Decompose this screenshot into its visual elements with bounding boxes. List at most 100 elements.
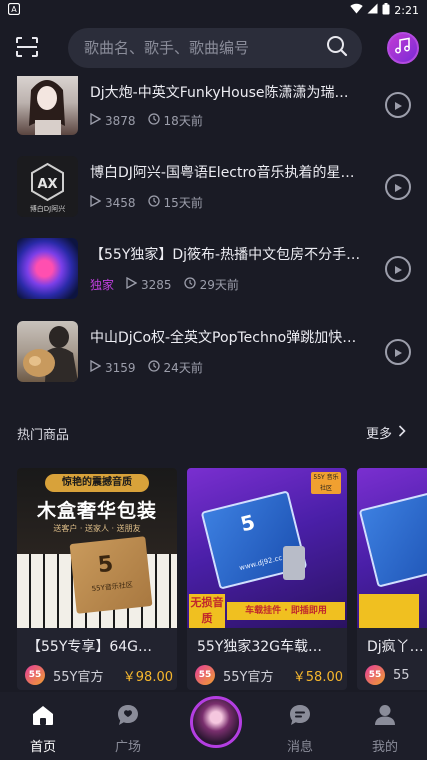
product-card[interactable]: 惊艳的震撼音质 木盒奢华包装 送客户 · 送家人 · 送朋友 55Y音乐社区 5… [17, 468, 177, 690]
track-cover [17, 76, 78, 135]
play-icon [393, 343, 403, 362]
track-row[interactable]: 【55Y独家】Dj筱布-热播中文包房不分手的… 独家 3285 29天前 [0, 238, 427, 320]
play-count: 3458 [90, 194, 136, 210]
shop-name: 55 [393, 667, 410, 683]
image-badge: 无损音质 [189, 594, 225, 628]
track-cover: AX 博白DJ阿兴 [17, 156, 78, 217]
track-title: 【55Y独家】Dj筱布-热播中文包房不分手的… [90, 247, 362, 263]
track-meta: 3878 18天前 [90, 112, 215, 129]
track-meta: 3458 15天前 [90, 194, 215, 211]
upload-age: 24天前 [147, 359, 203, 376]
search-box[interactable] [68, 28, 362, 68]
bottom-nav: 首页 广场 消息 我的 [0, 692, 427, 760]
music-note-icon [394, 37, 412, 59]
play-outline-icon [90, 112, 102, 128]
shop-name: 55Y官方 [53, 669, 104, 685]
image-badge [359, 594, 419, 628]
track-cover [17, 321, 78, 382]
signal-icon [367, 3, 378, 17]
music-player-button[interactable] [387, 32, 419, 64]
search-input[interactable] [84, 39, 326, 57]
track-title: 博白DJ阿兴-国粤语Electro音乐执着的星语… [90, 165, 362, 181]
upload-age: 29天前 [183, 276, 239, 293]
search-icon[interactable] [326, 35, 348, 61]
nav-home[interactable]: 首页 [13, 704, 73, 755]
product-title: 【55Y专享】64G… [27, 639, 153, 655]
track-meta: 3159 24天前 [90, 359, 215, 376]
clock-icon [147, 360, 160, 375]
scan-icon [16, 37, 38, 61]
user-icon [373, 704, 397, 730]
product-price: ￥58.00 [292, 669, 343, 685]
shop-logo: 55 [365, 665, 385, 685]
product-price: ￥98.00 [122, 669, 173, 685]
box-brand: 55Y音乐社区 [91, 580, 134, 594]
upload-age: 18天前 [147, 112, 203, 129]
shop-logo: 55 [195, 665, 215, 685]
product-footer: 55 55Y官方 ￥98.00 [25, 664, 173, 686]
svg-text:A: A [11, 5, 17, 14]
clock-icon [147, 195, 160, 210]
track-row[interactable]: AX 博白DJ阿兴 博白DJ阿兴-国粤语Electro音乐执着的星语… 3458… [0, 156, 427, 238]
play-outline-icon [90, 359, 102, 375]
hot-goods-carousel[interactable]: 惊艳的震撼音质 木盒奢华包装 送客户 · 送家人 · 送朋友 55Y音乐社区 5… [0, 468, 427, 690]
hot-goods-header: 热门商品 更多 [0, 420, 427, 446]
play-button[interactable] [385, 339, 411, 365]
cover-caption: 博白DJ阿兴 [29, 205, 66, 213]
box-logo-5: 5 [96, 551, 115, 579]
now-playing-disc[interactable] [190, 696, 242, 748]
product-card[interactable]: Dj疯丫… 55 55 [357, 468, 427, 690]
play-button[interactable] [385, 92, 411, 118]
chevron-right-icon [398, 424, 406, 441]
shop-name: 55Y官方 [223, 669, 274, 685]
play-icon [393, 96, 403, 115]
image-strip: 车载挂件 · 即插即用 [227, 602, 345, 620]
track-title: Dj大炮-中英文FunkyHouse陈潇潇为瑞姐抖… [90, 85, 362, 101]
product-image: 55Y 音乐社区 5 www.dj92.cc 无损音质 车载挂件 · 即插即用 [187, 468, 347, 628]
clock-icon [147, 113, 160, 128]
image-tag: 55Y 音乐社区 [311, 472, 341, 494]
play-count: 3878 [90, 112, 136, 128]
play-button[interactable] [385, 174, 411, 200]
wooden-box: 55Y音乐社区 5 [69, 536, 153, 614]
product-image [357, 468, 427, 628]
usb-stick [283, 546, 305, 580]
nav-mine[interactable]: 我的 [355, 704, 415, 755]
product-footer: 55 55 [365, 664, 427, 686]
status-bar: A 2:21 [0, 0, 427, 20]
play-outline-icon [126, 276, 138, 292]
track-title: 中山DjCo权-全英文PopTechno弹跳加快版… [90, 330, 362, 346]
track-row[interactable]: 中山DjCo权-全英文PopTechno弹跳加快版… 3159 24天前 [0, 321, 427, 403]
wifi-icon [350, 3, 363, 17]
play-button[interactable] [385, 256, 411, 282]
battery-icon [382, 2, 390, 18]
product-title: 55Y独家32G车载… [197, 639, 323, 655]
clock-time: 2:21 [394, 3, 419, 17]
home-icon [31, 704, 55, 730]
chat-bubble-icon [116, 704, 140, 730]
svg-text:AX: AX [37, 177, 57, 192]
image-banner: 惊艳的震撼音质 [45, 474, 149, 492]
top-bar [0, 22, 427, 76]
clock-icon [183, 277, 196, 292]
more-link[interactable]: 更多 [366, 423, 406, 442]
track-meta: 独家 3285 29天前 [90, 276, 251, 293]
product-footer: 55 55Y官方 ￥58.00 [195, 664, 343, 686]
track-row[interactable]: Dj大炮-中英文FunkyHouse陈潇潇为瑞姐抖… 3878 18天前 [0, 76, 427, 158]
play-icon [393, 260, 403, 279]
product-image: 惊艳的震撼音质 木盒奢华包装 送客户 · 送家人 · 送朋友 55Y音乐社区 5 [17, 468, 177, 628]
usb-card [358, 488, 427, 588]
play-outline-icon [90, 194, 102, 210]
nav-messages[interactable]: 消息 [270, 704, 330, 755]
section-title: 热门商品 [17, 428, 70, 443]
shop-logo: 55 [25, 665, 45, 685]
upload-age: 15天前 [147, 194, 203, 211]
scan-button[interactable] [14, 36, 40, 62]
exclusive-tag: 独家 [90, 278, 115, 292]
nav-plaza[interactable]: 广场 [98, 704, 158, 755]
image-headline: 木盒奢华包装 [36, 500, 157, 522]
card-logo-5: 5 [238, 509, 258, 537]
product-card[interactable]: 55Y 音乐社区 5 www.dj92.cc 无损音质 车载挂件 · 即插即用 … [187, 468, 347, 690]
a-notification-icon: A [7, 2, 21, 18]
track-cover [17, 238, 78, 299]
